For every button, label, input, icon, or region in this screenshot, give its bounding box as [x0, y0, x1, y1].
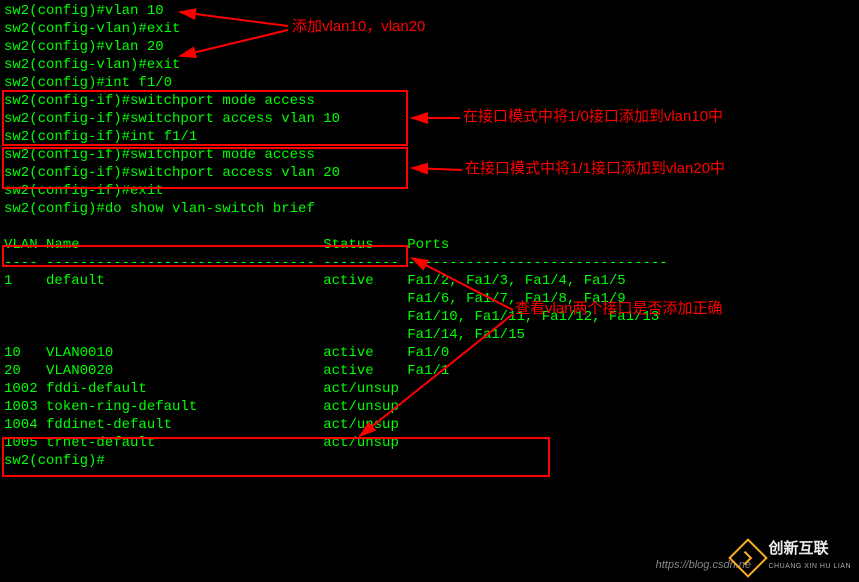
watermark-brand: 创新互联: [768, 540, 851, 558]
annotation-add-vlan: 添加vlan10，vlan20: [292, 18, 425, 36]
terminal-output: sw2(config)#vlan 10 sw2(config-vlan)#exi…: [0, 0, 859, 472]
annotation-f10: 在接口模式中将1/0接口添加到vlan10中: [463, 108, 723, 126]
watermark-sub: CHUANG XIN HU LIAN: [768, 558, 851, 576]
annotation-check: 查看vlan两个接口是否添加正确: [515, 300, 723, 318]
watermark: https://blog.csdn.ne 创新互联 CHUANG XIN HU …: [734, 540, 851, 576]
annotation-f11: 在接口模式中将1/1接口添加到vlan20中: [465, 160, 725, 178]
